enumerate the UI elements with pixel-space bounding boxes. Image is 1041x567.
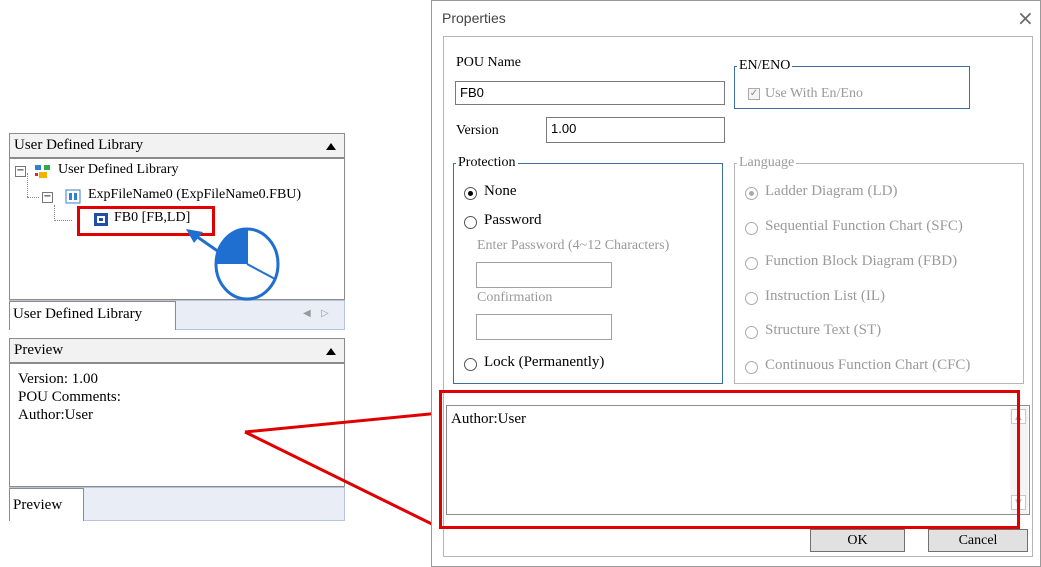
version-input[interactable]: 1.00 — [546, 117, 725, 143]
collapse-arrow-icon[interactable] — [326, 143, 336, 150]
tree-file-label[interactable]: ExpFileName0 (ExpFileName0.FBU) — [88, 187, 301, 203]
close-icon[interactable]: × — [1017, 6, 1034, 30]
pou-name-input[interactable]: FB0 — [455, 81, 725, 105]
radio-lock[interactable] — [464, 358, 477, 371]
en-eno-title: EN/ENO — [737, 58, 793, 74]
use-en-eno-checkbox[interactable]: ✓ — [748, 88, 760, 100]
language-ld-label: Ladder Diagram (LD) — [765, 183, 898, 199]
tab-scroll-right-icon[interactable]: ▷ — [321, 308, 329, 319]
password-input[interactable] — [476, 262, 612, 288]
collapse-toggle-icon[interactable]: − — [15, 166, 26, 177]
language-title: Language — [737, 155, 797, 171]
use-en-eno-label: Use With En/Eno — [765, 86, 863, 101]
radio-lock-label: Lock (Permanently) — [484, 354, 605, 370]
dialog-title-bar: Properties × — [432, 1, 1040, 35]
confirmation-input[interactable] — [476, 314, 612, 340]
library-panel-title: User Defined Library — [14, 137, 144, 153]
radio-language-il[interactable] — [745, 292, 758, 305]
ok-button[interactable]: OK — [810, 529, 905, 552]
collapse-arrow-icon[interactable] — [326, 348, 336, 355]
radio-language-sfc[interactable] — [745, 222, 758, 235]
language-cfc-label: Continuous Function Chart (CFC) — [765, 357, 971, 373]
tab-user-defined-library[interactable]: User Defined Library — [9, 301, 176, 330]
dialog-title: Properties — [442, 10, 506, 26]
radio-none[interactable] — [464, 187, 477, 200]
library-icon — [34, 164, 52, 179]
library-panel-header: User Defined Library — [9, 133, 345, 158]
radio-password[interactable] — [464, 216, 477, 229]
preview-content: Version: 1.00 POU Comments: Author:User — [9, 363, 345, 487]
version-label: Version — [456, 123, 499, 138]
language-sfc-label: Sequential Function Chart (SFC) — [765, 218, 963, 234]
language-il-label: Instruction List (IL) — [765, 288, 885, 304]
collapse-toggle-icon[interactable]: − — [42, 192, 53, 203]
pou-name-label: POU Name — [456, 55, 521, 70]
preview-panel-title: Preview — [14, 342, 64, 358]
preview-panel-header: Preview — [9, 338, 345, 363]
comment-highlight-box — [439, 390, 1020, 529]
tab-preview[interactable]: Preview — [9, 488, 84, 521]
fb-highlight-box — [77, 206, 215, 236]
confirmation-label: Confirmation — [477, 290, 553, 305]
tree-root-label[interactable]: User Defined Library — [58, 162, 179, 178]
preview-version: Version: 1.00 — [18, 371, 98, 387]
language-fbd-label: Function Block Diagram (FBD) — [765, 253, 958, 269]
protection-title: Protection — [456, 155, 518, 171]
radio-language-cfc[interactable] — [745, 361, 758, 374]
fbu-file-icon — [65, 189, 81, 204]
preview-author: Author:User — [18, 407, 93, 423]
cancel-button[interactable]: Cancel — [928, 529, 1028, 552]
radio-none-label: None — [484, 183, 517, 199]
tab-scroll-left-icon[interactable]: ◀ — [303, 308, 311, 319]
language-st-label: Structure Text (ST) — [765, 322, 882, 338]
enter-password-label: Enter Password (4~12 Characters) — [477, 238, 670, 253]
preview-pou-comments: POU Comments: — [18, 389, 121, 405]
radio-language-ld[interactable] — [745, 187, 758, 200]
radio-language-st[interactable] — [745, 326, 758, 339]
radio-language-fbd[interactable] — [745, 257, 758, 270]
radio-password-label: Password — [484, 212, 542, 228]
